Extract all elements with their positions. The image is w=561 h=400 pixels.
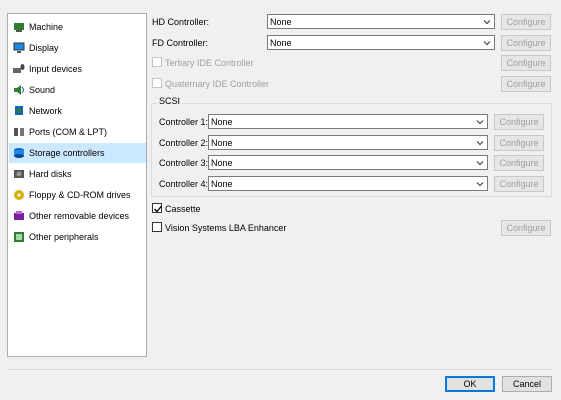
scsi-controller-3-label: Controller 3:: [159, 158, 209, 168]
chevron-down-icon: [476, 161, 484, 166]
removable-devices-icon: [13, 210, 25, 222]
scsi-controller-4-select[interactable]: None: [208, 176, 488, 191]
hard-disks-icon: [13, 168, 25, 180]
vision-lba-configure-button[interactable]: Configure: [501, 220, 551, 236]
sidebar-item-label: Ports (COM & LPT): [29, 127, 108, 137]
chevron-down-icon: [476, 141, 484, 146]
sidebar-item-label: Floppy & CD-ROM drives: [29, 190, 131, 200]
storage-controllers-icon: [13, 147, 25, 159]
machine-icon: [13, 21, 25, 33]
sidebar-item-label: Network: [29, 106, 63, 116]
hd-controller-select[interactable]: None: [267, 14, 495, 29]
scsi-controller-2-label: Controller 2:: [159, 138, 209, 148]
scsi-controller-4-configure-button[interactable]: Configure: [494, 176, 544, 192]
sidebar-item-input-devices[interactable]: Input devices: [9, 59, 146, 79]
checkmark-icon: [154, 205, 163, 213]
tertiary-configure-button[interactable]: Configure: [501, 55, 551, 71]
quaternary-ide-checkbox[interactable]: [152, 78, 162, 88]
quaternary-configure-button[interactable]: Configure: [501, 76, 551, 92]
input-devices-icon: [13, 63, 25, 75]
fd-controller-label: FD Controller:: [152, 38, 209, 48]
sound-icon: [13, 84, 25, 96]
scsi-controller-4-label: Controller 4:: [159, 179, 209, 189]
fd-configure-button[interactable]: Configure: [501, 35, 551, 51]
sidebar-item-hard-disks[interactable]: Hard disks: [9, 164, 146, 184]
vision-lba-checkbox[interactable]: [152, 222, 162, 232]
sidebar-item-label: Sound: [29, 85, 56, 95]
scsi-controller-4-value: None: [211, 178, 233, 189]
hd-controller-value: None: [270, 16, 292, 27]
tertiary-ide-checkbox[interactable]: [152, 57, 162, 67]
sidebar-item-label: Hard disks: [29, 169, 72, 179]
sidebar-item-label: Machine: [29, 22, 64, 32]
chevron-down-icon: [476, 182, 484, 187]
ports-icon: [13, 126, 25, 138]
ok-button[interactable]: OK: [445, 376, 495, 392]
sidebar-item-label: Storage controllers: [29, 148, 105, 158]
footer-divider: [7, 369, 553, 370]
scsi-controller-3-value: None: [211, 157, 233, 168]
cancel-button[interactable]: Cancel: [502, 376, 552, 392]
scsi-controller-3-configure-button[interactable]: Configure: [494, 155, 544, 171]
sidebar-item-removable-devices[interactable]: Other removable devices: [9, 206, 146, 226]
scsi-controller-2-select[interactable]: None: [208, 135, 488, 150]
peripherals-icon: [13, 231, 25, 243]
sidebar-item-label: Input devices: [29, 64, 83, 74]
sidebar-item-peripherals[interactable]: Other peripherals: [9, 227, 146, 247]
scsi-group-title: SCSI: [157, 96, 183, 106]
sidebar-item-storage-controllers[interactable]: Storage controllers: [9, 143, 146, 163]
fd-controller-value: None: [270, 37, 292, 48]
sidebar-item-floppy-cdrom[interactable]: Floppy & CD-ROM drives: [9, 185, 146, 205]
sidebar-item-machine[interactable]: Machine: [9, 17, 146, 37]
tertiary-ide-label: Tertiary IDE Controller: [165, 58, 254, 68]
scsi-controller-2-value: None: [211, 137, 233, 148]
display-icon: [13, 42, 25, 54]
sidebar-item-label: Display: [29, 43, 59, 53]
sidebar-item-sound[interactable]: Sound: [9, 80, 146, 100]
sidebar-item-display[interactable]: Display: [9, 38, 146, 58]
sidebar-item-label: Other peripherals: [29, 232, 99, 242]
scsi-controller-1-label: Controller 1:: [159, 117, 209, 127]
vision-lba-label: Vision Systems LBA Enhancer: [165, 223, 287, 233]
scsi-controller-3-select[interactable]: None: [208, 155, 488, 170]
chevron-down-icon: [476, 120, 484, 125]
floppy-cdrom-icon: [13, 189, 25, 201]
hd-controller-label: HD Controller:: [152, 17, 210, 27]
hd-configure-button[interactable]: Configure: [501, 14, 551, 30]
cassette-label: Cassette: [165, 204, 201, 214]
chevron-down-icon: [483, 20, 491, 25]
settings-category-list[interactable]: Machine Display Input devices Sound Netw…: [7, 13, 147, 357]
scsi-controller-2-configure-button[interactable]: Configure: [494, 135, 544, 151]
scsi-controller-1-value: None: [211, 116, 233, 127]
sidebar-item-ports[interactable]: Ports (COM & LPT): [9, 122, 146, 142]
network-icon: [13, 105, 25, 117]
sidebar-item-network[interactable]: Network: [9, 101, 146, 121]
scsi-controller-1-select[interactable]: None: [208, 114, 488, 129]
fd-controller-select[interactable]: None: [267, 35, 495, 50]
scsi-controller-1-configure-button[interactable]: Configure: [494, 114, 544, 130]
cassette-checkbox[interactable]: [152, 203, 163, 213]
chevron-down-icon: [483, 41, 491, 46]
quaternary-ide-label: Quaternary IDE Controller: [165, 79, 270, 89]
sidebar-item-label: Other removable devices: [29, 211, 130, 221]
